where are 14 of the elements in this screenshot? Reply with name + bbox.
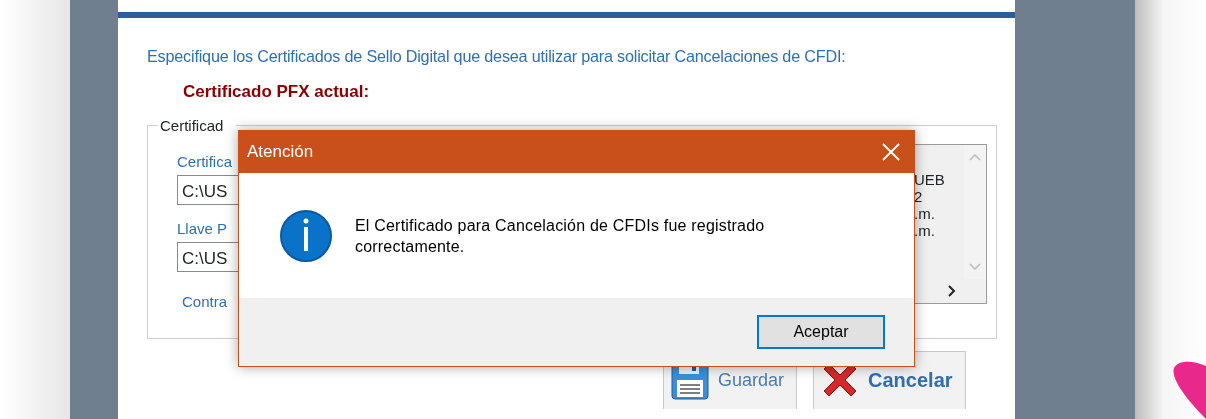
instruction-text: Especifique los Certificados de Sello Digital que desea utilizar para solicitar Cancelaciones de CFDI:: [147, 46, 846, 67]
field-label: Llave P: [177, 219, 228, 237]
dialog-title: Atención: [247, 141, 314, 164]
dialog-message: El Certificado para Cancelación de CFDIs fue registrado correctamente.: [355, 215, 766, 257]
field-label: Certifica: [177, 152, 232, 170]
details-text: 2: [914, 187, 923, 205]
details-text: .m.: [914, 204, 935, 222]
path-field[interactable]: C:\US: [177, 241, 238, 272]
password-label: Contra: [182, 292, 228, 310]
details-text: UEB: [914, 170, 945, 188]
details-text: .m.: [914, 221, 935, 239]
current-certificate-label: Certificado PFX actual:: [183, 81, 370, 103]
ok-button[interactable]: Aceptar: [757, 315, 885, 349]
path-field[interactable]: C:\US: [177, 174, 238, 205]
